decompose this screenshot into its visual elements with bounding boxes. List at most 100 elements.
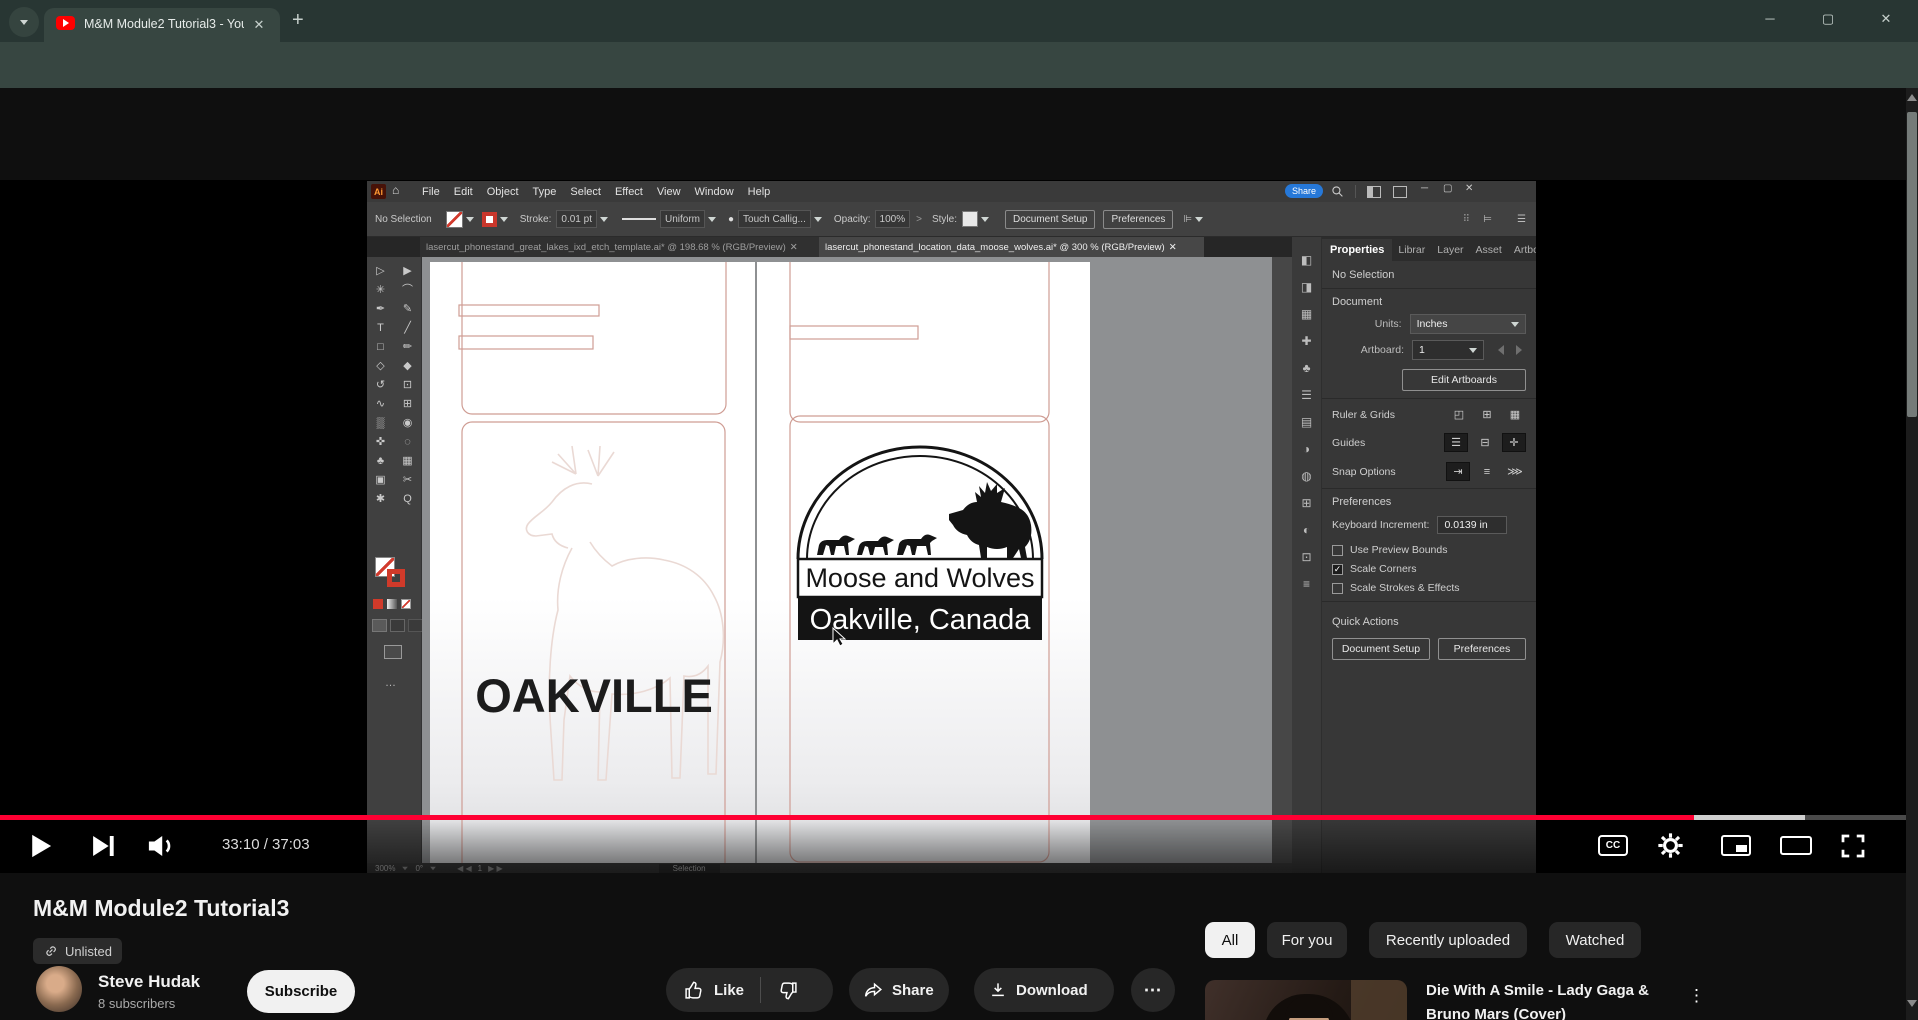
ai-maximize-icon[interactable]: ▢	[1443, 183, 1452, 194]
ai-canvas[interactable]: OAKVILLE	[422, 257, 1272, 873]
snap-grid-icon[interactable]: ⇥	[1446, 462, 1470, 481]
tool-paintbrush-icon[interactable]: ✏	[403, 341, 412, 354]
tool-perspective-grid-icon[interactable]: ⊞	[403, 398, 412, 411]
width-profile-select[interactable]: Uniform	[660, 210, 705, 228]
edit-artboards-button[interactable]: Edit Artboards	[1402, 369, 1526, 391]
gradient-panel-icon[interactable]: ◨	[1301, 280, 1312, 294]
stroke-width-caret-icon[interactable]	[600, 217, 608, 222]
show-transparency-grid-icon[interactable]: ▦	[1504, 406, 1526, 423]
like-icon[interactable]	[684, 980, 705, 1001]
tab-search-button[interactable]	[9, 7, 39, 37]
width-profile-caret-icon[interactable]	[708, 217, 716, 222]
artboard-select[interactable]: 1	[1412, 340, 1484, 360]
captions-button[interactable]: CC	[1598, 835, 1628, 856]
use-preview-bounds-checkbox[interactable]	[1332, 545, 1343, 556]
tool-artboard-icon[interactable]: ▣	[375, 474, 385, 487]
like-label[interactable]: Like	[714, 982, 744, 999]
doc-tab-close-icon[interactable]: ✕	[1169, 242, 1177, 253]
toolbar-more-icon[interactable]: …	[385, 677, 397, 689]
page-scrollbar-thumb[interactable]	[1907, 112, 1917, 417]
color-panel-icon[interactable]: ◧	[1301, 253, 1312, 267]
stroke-panel-icon[interactable]: ☰	[1301, 388, 1312, 402]
tool-rectangle-icon[interactable]: □	[377, 341, 384, 354]
workspace-layout-icon[interactable]	[1367, 186, 1381, 198]
canvas-scrollbar[interactable]	[1272, 257, 1292, 873]
related-video-thumbnail[interactable]	[1205, 980, 1407, 1020]
tool-free-transform-icon[interactable]: ⊡	[403, 379, 412, 392]
toolbar-stroke-swatch[interactable]	[387, 569, 405, 587]
fill-swatch-icon[interactable]	[446, 211, 463, 228]
tool-lasso-icon[interactable]: ⌒	[402, 284, 413, 297]
doc-tab-inactive[interactable]: lasercut_phonestand_great_lakes_ixd_etch…	[420, 237, 819, 257]
smart-guides-icon[interactable]: ✛	[1502, 433, 1526, 452]
opacity-more-icon[interactable]: >	[916, 214, 922, 225]
pathfinder-panel-icon[interactable]: ◐	[1303, 523, 1310, 537]
fullscreen-button[interactable]	[1838, 831, 1868, 861]
color-gradient-icon[interactable]	[387, 599, 397, 609]
video-player[interactable]: Ai ⌂ File Edit Object Type Select Effect…	[0, 180, 1918, 873]
window-maximize-button[interactable]: ▢	[1813, 11, 1843, 27]
style-caret-icon[interactable]	[981, 217, 989, 222]
align-panel-icon[interactable]: ⊡	[1301, 550, 1311, 564]
qa-preferences-button[interactable]: Preferences	[1438, 638, 1526, 660]
ai-close-icon[interactable]: ✕	[1465, 183, 1473, 194]
play-button[interactable]	[20, 826, 60, 866]
tool-selection-icon[interactable]: ▷	[376, 265, 384, 278]
tool-eyedropper-icon[interactable]: ✜	[376, 436, 385, 449]
settings-gear-icon[interactable]	[1655, 830, 1686, 861]
ai-home-icon[interactable]: ⌂	[392, 183, 399, 197]
tool-gradient-icon[interactable]: ◉	[403, 417, 413, 430]
menu-help[interactable]: Help	[748, 186, 771, 198]
show-grid-icon[interactable]: ⊞	[1476, 406, 1498, 423]
stroke-swatch-icon[interactable]	[482, 212, 497, 227]
download-button[interactable]: Download	[974, 968, 1114, 1012]
color-none-icon[interactable]	[401, 599, 411, 609]
links-panel-icon[interactable]: ◍	[1301, 469, 1311, 483]
menu-type[interactable]: Type	[533, 186, 557, 198]
tool-pencil-icon[interactable]: ◇	[376, 360, 384, 373]
menu-effect[interactable]: Effect	[615, 186, 643, 198]
channel-avatar[interactable]	[36, 966, 82, 1012]
chip-all[interactable]: All	[1205, 922, 1255, 958]
tool-slice-icon[interactable]: ✂	[403, 474, 412, 487]
share-button[interactable]: Share	[849, 968, 949, 1012]
snap-point-icon[interactable]: ⋙	[1504, 463, 1526, 480]
align-icon[interactable]: ⊫	[1183, 214, 1192, 225]
qa-document-setup-button[interactable]: Document Setup	[1332, 638, 1430, 660]
tool-curvature-icon[interactable]: ✎	[403, 303, 412, 316]
related-video-title-line2[interactable]: Bruno Mars (Cover)	[1426, 1006, 1566, 1020]
ai-minimize-icon[interactable]: ─	[1421, 183, 1428, 194]
tool-shape-builder-icon[interactable]: ∿	[376, 398, 385, 411]
lock-guides-icon[interactable]: ⊟	[1474, 434, 1496, 451]
subscribe-button[interactable]: Subscribe	[247, 970, 355, 1013]
menu-select[interactable]: Select	[570, 186, 601, 198]
artboard-next-icon[interactable]	[1516, 345, 1522, 355]
stroke-caret-icon[interactable]	[500, 217, 508, 222]
symbols-panel-icon[interactable]: ♣	[1303, 361, 1311, 375]
next-button[interactable]	[82, 826, 122, 866]
tool-eraser-icon[interactable]: ◆	[403, 360, 411, 373]
asset-export-panel-icon[interactable]: ⊞	[1301, 496, 1311, 510]
tab-artboards[interactable]: Artbo	[1508, 239, 1536, 261]
tool-direct-selection-icon[interactable]: ▶	[403, 265, 411, 278]
transform-panel-icon[interactable]: ≡	[1303, 577, 1310, 591]
brush-select[interactable]: Touch Callig...	[738, 210, 811, 228]
dislike-icon[interactable]	[777, 980, 798, 1001]
draw-inside-icon[interactable]	[408, 619, 423, 632]
tool-type-icon[interactable]: T	[377, 322, 384, 335]
show-guides-icon[interactable]: ☰	[1444, 433, 1468, 452]
tab-assets[interactable]: Asset	[1470, 239, 1508, 261]
miniplayer-button[interactable]	[1721, 835, 1751, 856]
units-select[interactable]: Inches	[1410, 314, 1526, 334]
opacity-field[interactable]: 100%	[875, 210, 911, 228]
window-close-button[interactable]: ✕	[1871, 11, 1901, 27]
draw-normal-icon[interactable]	[372, 619, 387, 632]
tool-blend-icon[interactable]: ◌	[404, 436, 411, 449]
list-icon[interactable]: ☰	[1517, 214, 1526, 225]
screen-mode-icon[interactable]	[384, 645, 402, 659]
more-actions-button[interactable]: ⋯	[1131, 968, 1175, 1012]
draw-behind-icon[interactable]	[390, 619, 405, 632]
color-fill-icon[interactable]	[373, 599, 383, 609]
document-setup-button[interactable]: Document Setup	[1005, 210, 1096, 229]
swatches-panel-icon[interactable]: ▦	[1301, 307, 1312, 321]
